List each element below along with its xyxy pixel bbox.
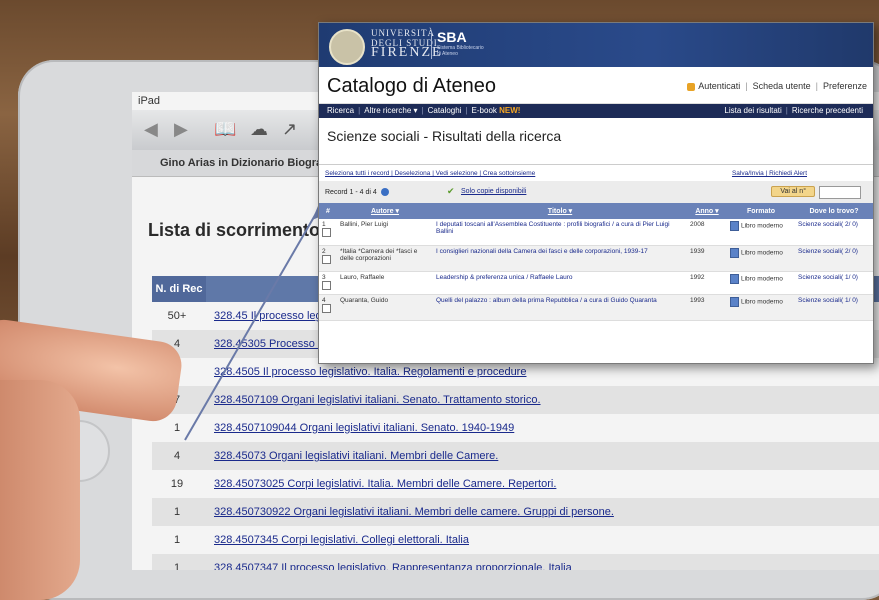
results-table: # Autore ▾ Titolo ▾ Anno ▾ Formato Dove …: [319, 203, 873, 321]
cell-anno: 1992: [687, 271, 727, 295]
cell-titolo[interactable]: Quelli del palazzo : album della prima R…: [433, 294, 687, 321]
new-badge: NEW!: [499, 106, 521, 115]
nav-ebook[interactable]: E-book NEW!: [472, 106, 521, 115]
cell-dove[interactable]: Scienze sociali( 1/ 0): [795, 294, 873, 321]
cell-formato: Libro moderno: [727, 219, 795, 246]
list-title: Lista di scorrimento: L: [148, 220, 343, 240]
row-checkbox[interactable]: [322, 280, 331, 290]
nav-ricerche-precedenti[interactable]: Ricerche precedenti: [792, 106, 863, 115]
goto-button[interactable]: Vai al n°: [771, 186, 815, 197]
main-nav: Ricerca | Altre ricerche ▾ | Cataloghi | E-boo…: [319, 104, 873, 118]
nav-cataloghi[interactable]: Cataloghi: [428, 106, 462, 115]
hand: [0, 380, 80, 600]
share-icon[interactable]: ↗: [282, 119, 297, 140]
cell-titolo[interactable]: I consiglieri nazionali della Camera dei…: [433, 245, 687, 272]
col-formato: Formato: [747, 207, 775, 215]
list-item[interactable]: 4 328.45073 Organi legislativi italiani. …: [152, 442, 879, 470]
cell-autore: *Italia *Camera dei *fasci e delle corpo…: [337, 245, 433, 272]
save-links[interactable]: Salva/Invia | Richiedi Alert: [732, 170, 807, 177]
cell-titolo[interactable]: I deputati toscani all'Assemblea Costitu…: [433, 219, 687, 246]
cell-autore: Quaranta, Guido: [337, 294, 433, 321]
catalog-window: UNIVERSITÀ DEGLI STUDI FIRENZE SBA Siste…: [318, 22, 874, 364]
col-header-count: N. di Rec: [152, 276, 206, 302]
goto-input[interactable]: [819, 186, 861, 199]
record-count: Record 1 - 4 di 4: [325, 188, 389, 196]
cell-anno: 1993: [687, 294, 727, 321]
cell-dove[interactable]: Scienze sociali( 2/ 0): [795, 245, 873, 272]
row-checkbox[interactable]: [322, 303, 331, 313]
user-links: Autenticati | Scheda utente | Preferenze: [687, 81, 867, 91]
results-title: Scienze sociali - Risultati della ricerc…: [327, 128, 562, 144]
book-icon: [730, 273, 739, 284]
check-icon: ✔: [447, 186, 455, 196]
cell-formato: Libro moderno: [727, 245, 795, 272]
lock-icon: [687, 82, 696, 91]
user-card-link[interactable]: Scheda utente: [753, 81, 811, 91]
sba-subtitle: Sistema Bibliotecario di Ateneo: [437, 45, 484, 57]
cloud-icon[interactable]: ☁: [250, 119, 268, 140]
table-row: 3 Lauro, Raffaele Leadership & preferenz…: [319, 271, 873, 295]
row-checkbox[interactable]: [322, 254, 331, 264]
cell-anno: 1939: [687, 245, 727, 272]
filter-bar: Record 1 - 4 di 4 ✔ Solo copie disponibi…: [319, 181, 873, 203]
list-item[interactable]: 7 328.4507109 Organi legislativi italiani…: [152, 386, 879, 414]
forward-icon[interactable]: ▶: [174, 119, 188, 140]
cell-formato: Libro moderno: [727, 294, 795, 321]
selection-links[interactable]: Seleziona tutti i record | Deseleziona |…: [325, 170, 535, 177]
banner-divider: [431, 31, 432, 59]
login-link[interactable]: Autenticati: [698, 81, 740, 91]
cell-autore: Ballini, Pier Luigi: [337, 219, 433, 246]
book-icon: [730, 221, 739, 231]
col-titolo[interactable]: Titolo ▾: [433, 203, 687, 219]
catalog-title: Catalogo di Ateneo: [327, 75, 497, 97]
table-row: 4 Quaranta, Guido Quelli del palazzo : a…: [319, 294, 873, 321]
cell-formato: Libro moderno: [727, 271, 795, 295]
list-item[interactable]: 1 328.450730922 Organi legislativi italia…: [152, 498, 879, 526]
col-anno[interactable]: Anno ▾: [687, 203, 727, 219]
cell-dove[interactable]: Scienze sociali( 2/ 0): [795, 219, 873, 246]
table-row: 2 *Italia *Camera dei *fasci e delle cor…: [319, 245, 873, 272]
university-banner: UNIVERSITÀ DEGLI STUDI FIRENZE SBA Siste…: [319, 23, 873, 67]
selection-bar: Seleziona tutti i record | Deseleziona |…: [319, 164, 873, 181]
cell-dove[interactable]: Scienze sociali( 1/ 0): [795, 271, 873, 295]
preferences-link[interactable]: Preferenze: [823, 81, 867, 91]
col-num: #: [326, 207, 330, 215]
list-item[interactable]: 1 328.4507347 Il processo legislativo. Ra…: [152, 554, 879, 570]
available-only-link[interactable]: Solo copie disponibili: [461, 188, 526, 195]
table-row: 1 Ballini, Pier Luigi I deputati toscani…: [319, 219, 873, 246]
book-icon: [730, 296, 739, 307]
nav-ricerca[interactable]: Ricerca: [327, 106, 354, 115]
nav-altre-ricerche[interactable]: Altre ricerche ▾: [364, 106, 417, 115]
back-icon[interactable]: ◀: [144, 119, 158, 140]
list-item[interactable]: 1 328.4507109044 Organi legislativi itali…: [152, 414, 879, 442]
nav-lista-risultati[interactable]: Lista dei risultati: [724, 106, 781, 115]
cell-titolo[interactable]: Leadership & preferenza unica / Raffaele…: [433, 271, 687, 295]
col-autore[interactable]: Autore ▾: [337, 203, 433, 219]
university-seal-icon: [329, 29, 365, 65]
list-item[interactable]: 1 328.4507345 Corpi legislativi. Collegi …: [152, 526, 879, 554]
results-header: # Autore ▾ Titolo ▾ Anno ▾ Formato Dove …: [319, 203, 873, 219]
col-dove: Dove lo trovo?: [809, 207, 859, 215]
list-item[interactable]: 19 328.45073025 Corpi legislativi. Italia…: [152, 470, 879, 498]
cell-autore: Lauro, Raffaele: [337, 271, 433, 295]
book-icon: [730, 247, 739, 258]
info-icon[interactable]: [380, 188, 389, 196]
catalog-header: Catalogo di Ateneo Autenticati | Scheda ut…: [319, 67, 873, 104]
cell-anno: 2008: [687, 219, 727, 246]
bookmarks-icon[interactable]: 📖: [214, 119, 236, 140]
sba-title: SBA: [437, 29, 467, 45]
row-checkbox[interactable]: [322, 228, 331, 237]
